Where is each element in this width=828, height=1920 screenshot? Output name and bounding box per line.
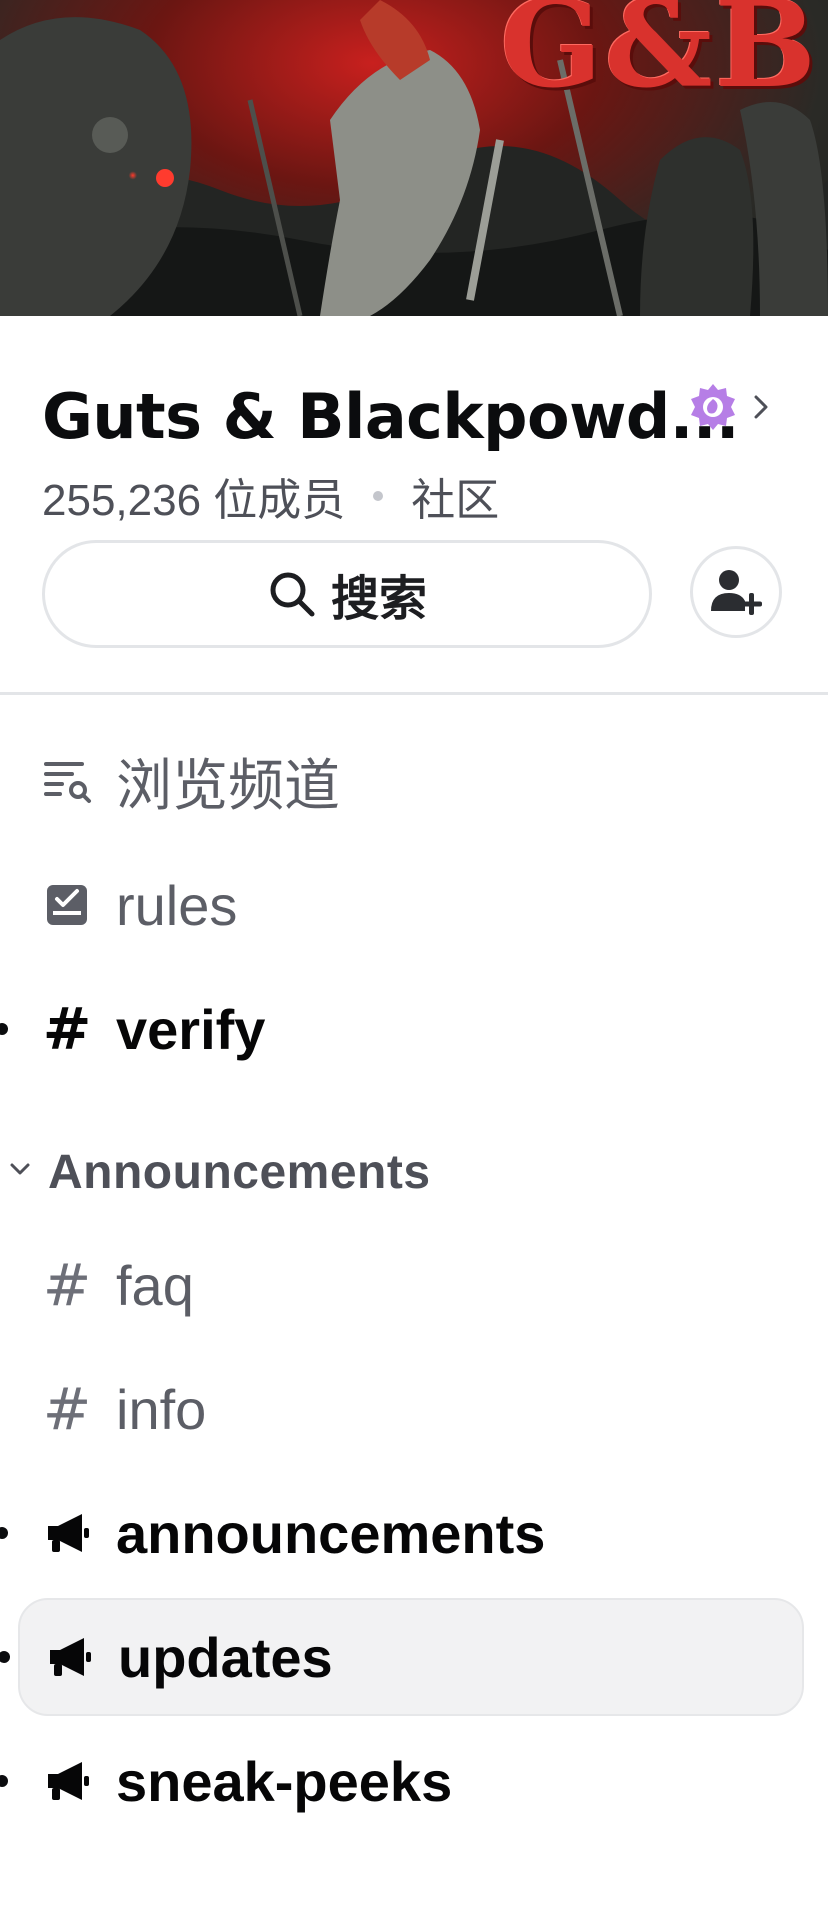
server-meta: 255,236 位成员 社区 bbox=[42, 464, 499, 528]
channel-verify[interactable]: # verify bbox=[0, 970, 804, 1088]
chevron-down-icon bbox=[10, 1163, 30, 1175]
add-user-icon bbox=[711, 570, 762, 615]
server-name[interactable]: Guts & Blackpowd... bbox=[42, 380, 739, 453]
category-name: Announcements bbox=[48, 1145, 431, 1199]
chevron-right-icon bbox=[754, 395, 768, 419]
channel-name: faq bbox=[116, 1253, 194, 1317]
unread-indicator bbox=[0, 1527, 8, 1539]
server-header: Guts & Blackpowd... 255,236 位成员 社区 搜索 bbox=[0, 316, 828, 696]
channel-updates[interactable]: updates bbox=[0, 1598, 804, 1716]
channel-info[interactable]: # info bbox=[18, 1350, 804, 1468]
server-type: 社区 bbox=[411, 476, 500, 525]
hash-icon: # bbox=[42, 1251, 92, 1319]
unread-indicator bbox=[0, 1775, 8, 1787]
megaphone-icon bbox=[42, 1508, 92, 1558]
browse-channels-label: 浏览频道 bbox=[116, 753, 340, 817]
unread-indicator bbox=[0, 1023, 8, 1035]
channel-name: sneak-peeks bbox=[116, 1749, 453, 1813]
channel-name: rules bbox=[116, 873, 238, 937]
channel-name: info bbox=[116, 1377, 207, 1441]
channel-rules[interactable]: rules bbox=[18, 846, 804, 964]
browse-channels-icon bbox=[42, 756, 92, 806]
search-icon bbox=[270, 572, 315, 617]
search-label: 搜索 bbox=[330, 573, 427, 626]
megaphone-icon bbox=[42, 1756, 92, 1806]
unread-indicator bbox=[0, 1651, 10, 1663]
channel-announcements[interactable]: announcements bbox=[0, 1474, 804, 1592]
channel-name: verify bbox=[116, 997, 266, 1061]
channel-faq[interactable]: # faq bbox=[18, 1226, 804, 1344]
member-count: 255,236 位成员 bbox=[42, 476, 346, 525]
channel-name: announcements bbox=[116, 1501, 546, 1565]
banner-logo: G&B bbox=[499, 0, 818, 115]
server-banner: G&B bbox=[0, 0, 828, 316]
rules-checklist-icon bbox=[42, 880, 92, 930]
invite-members-button[interactable] bbox=[690, 546, 782, 638]
channel-sneak-peeks[interactable]: sneak-peeks bbox=[0, 1722, 804, 1840]
browse-channels-item[interactable]: 浏览频道 bbox=[18, 722, 804, 840]
boost-badge-icon bbox=[691, 384, 735, 430]
header-divider bbox=[0, 692, 828, 695]
search-button[interactable]: 搜索 bbox=[42, 540, 652, 648]
hash-icon: # bbox=[42, 1375, 92, 1443]
server-info-button[interactable] bbox=[680, 378, 788, 436]
meta-separator bbox=[373, 491, 384, 501]
megaphone-icon bbox=[44, 1632, 94, 1682]
category-announcements[interactable]: Announcements bbox=[0, 1132, 828, 1212]
hash-icon: # bbox=[42, 995, 92, 1063]
channel-name: updates bbox=[118, 1625, 333, 1689]
